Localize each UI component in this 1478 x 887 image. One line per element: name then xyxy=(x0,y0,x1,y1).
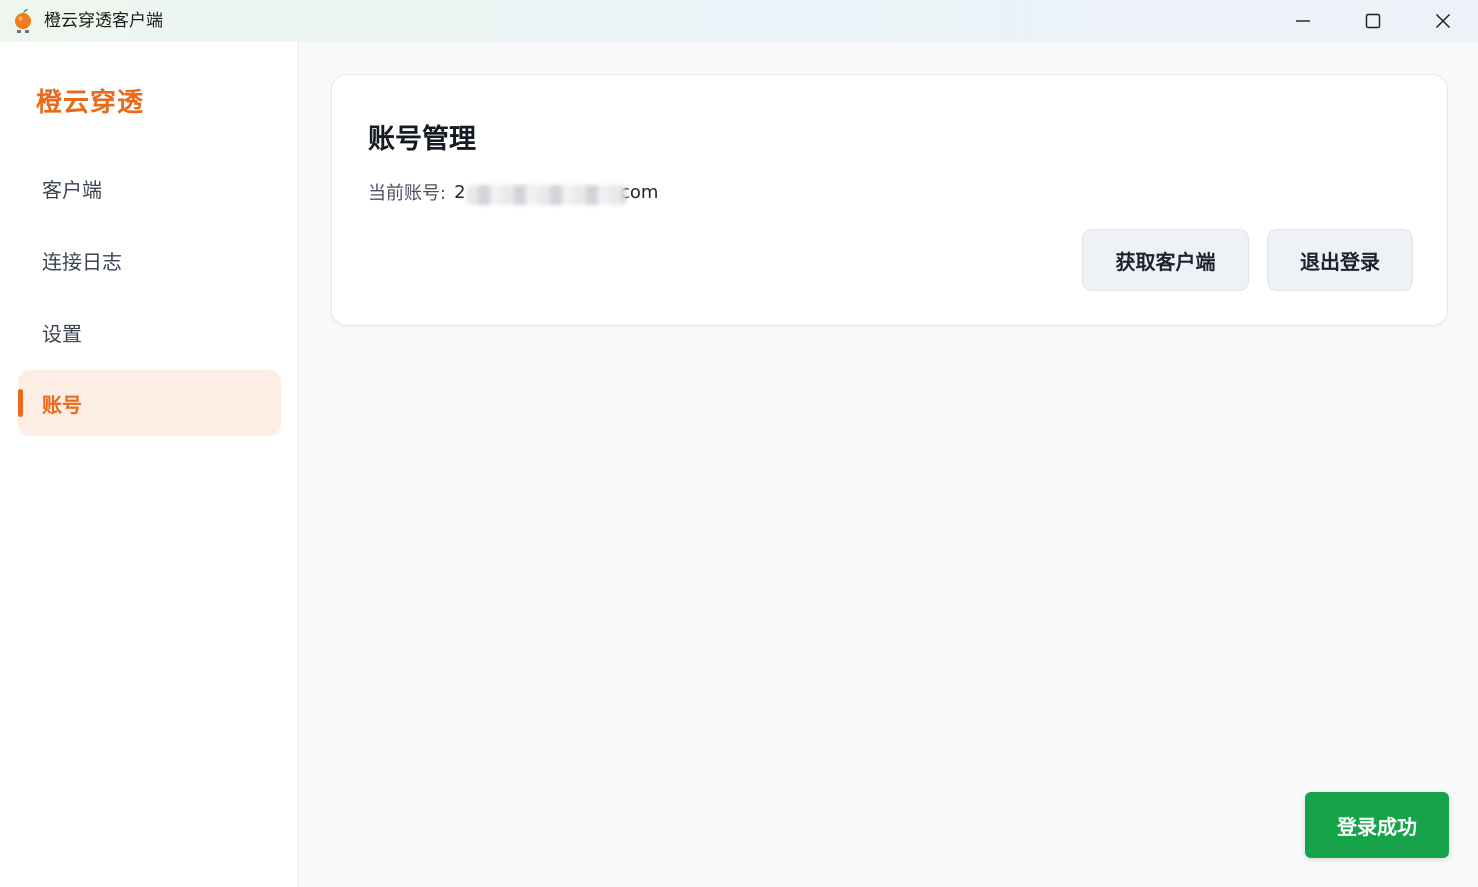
active-indicator xyxy=(18,389,23,417)
current-account-row: 当前账号: 2 pp.com xyxy=(368,179,658,205)
sidebar: 橙云穿透 客户端 连接日志 设置 账号 xyxy=(0,42,299,887)
sidebar-item-label: 设置 xyxy=(42,321,82,346)
current-account-value: 2 pp.com xyxy=(454,182,658,205)
sidebar-item-account[interactable]: 账号 xyxy=(18,370,281,436)
title-bar: 橙云穿透客户端 xyxy=(0,0,1478,42)
minimize-icon xyxy=(1296,20,1310,22)
current-account-label: 当前账号: xyxy=(368,183,447,204)
get-client-button[interactable]: 获取客户端 xyxy=(1082,229,1249,291)
brand-title: 橙云穿透 xyxy=(36,88,145,118)
logout-button[interactable]: 退出登录 xyxy=(1267,229,1413,291)
main-content: 账号管理 当前账号: 2 pp.com 获取客户端 退出登录 登录成功 xyxy=(300,42,1478,887)
sidebar-item-label: 连接日志 xyxy=(42,249,122,274)
card-title: 账号管理 xyxy=(368,124,476,155)
sidebar-item-label: 客户端 xyxy=(42,177,102,202)
orange-fruit-icon xyxy=(15,9,31,33)
sidebar-item-label: 账号 xyxy=(42,392,82,417)
minimize-button[interactable] xyxy=(1268,0,1338,42)
login-success-toast: 登录成功 xyxy=(1305,792,1449,858)
window-title: 橙云穿透客户端 xyxy=(44,11,163,31)
maximize-icon xyxy=(1365,13,1381,29)
redaction-mask xyxy=(466,184,627,205)
account-card: 账号管理 当前账号: 2 pp.com 获取客户端 退出登录 xyxy=(331,74,1448,326)
close-icon xyxy=(1436,14,1450,28)
sidebar-item-settings[interactable]: 设置 xyxy=(18,299,281,365)
sidebar-item-client[interactable]: 客户端 xyxy=(18,155,281,221)
close-button[interactable] xyxy=(1408,0,1478,42)
sidebar-item-connection-log[interactable]: 连接日志 xyxy=(18,227,281,293)
maximize-button[interactable] xyxy=(1338,0,1408,42)
